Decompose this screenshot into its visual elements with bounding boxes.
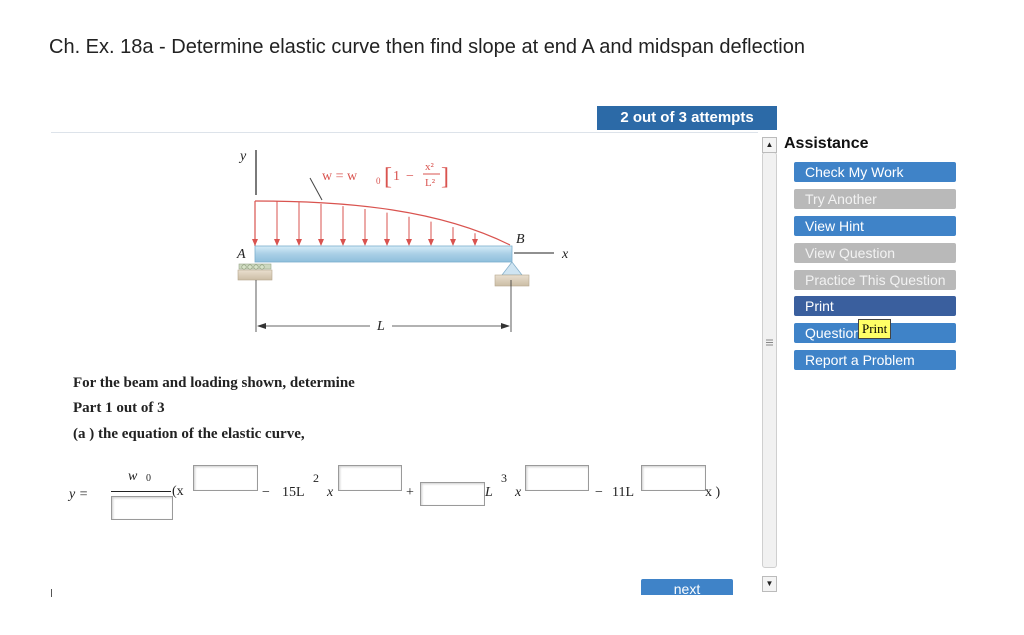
load-arrows [252, 201, 478, 246]
load-equation-one: 1 [393, 169, 400, 184]
load-bracket-open: [ [384, 164, 392, 190]
load-label-pointer [309, 177, 323, 201]
point-a-label: A [236, 247, 246, 262]
load-equation-minus: − [406, 169, 414, 184]
load-arrow-head [450, 239, 456, 246]
answer-l-term: L [485, 485, 493, 500]
view-hint-button[interactable]: View Hint [794, 216, 956, 236]
answer-x-term-1: x [327, 485, 334, 500]
dimension-arrow-right [501, 323, 510, 329]
attempts-counter: 2 out of 3 attempts [597, 106, 777, 130]
load-arrow-head [406, 239, 412, 246]
try-another-button[interactable]: Try Another [794, 189, 956, 209]
load-equation-lhs: w = w [322, 169, 358, 184]
triangle-down-icon: ▼ [765, 579, 774, 588]
panel-edge-mark [51, 589, 52, 597]
answer-minus-1: − [262, 485, 270, 500]
answer-denominator-input[interactable] [111, 496, 173, 520]
answer-exponent-2: 2 [313, 471, 319, 485]
answer-exponent-3: 3 [501, 471, 507, 485]
roller-support-a [237, 263, 273, 281]
problem-question: (a ) the equation of the elastic curve, [73, 426, 305, 442]
problem-part: Part 1 out of 3 [73, 400, 165, 416]
dimension-arrow-left [257, 323, 266, 329]
next-button[interactable]: next [641, 579, 733, 595]
answer-w-label: w [128, 469, 138, 484]
load-arrow-head [428, 239, 434, 246]
scroll-up-button[interactable]: ▲ [762, 137, 777, 153]
load-arrow-head [362, 239, 368, 246]
load-equation-sub: 0 [376, 176, 381, 186]
answer-input-2[interactable] [338, 465, 402, 491]
pin-support-b [494, 261, 530, 287]
answer-x-term-2: x [515, 485, 522, 500]
answer-input-4[interactable] [525, 465, 589, 491]
triangle-up-icon: ▲ [765, 140, 774, 149]
beam [254, 245, 513, 263]
practice-this-question-button[interactable]: Practice This Question [794, 270, 956, 290]
point-b-label: B [516, 232, 525, 247]
load-arrow-head [252, 239, 258, 246]
answer-minus-2: − [595, 485, 603, 500]
print-tooltip: Print [858, 319, 892, 339]
scroll-down-button[interactable]: ▼ [762, 576, 777, 592]
answer-coef-11l: 11L [612, 485, 635, 500]
answer-input-5[interactable] [641, 465, 706, 491]
load-arrow-head [340, 239, 346, 246]
load-curve [254, 200, 511, 246]
answer-coef-15l: 15L [282, 485, 305, 500]
page-title: Ch. Ex. 18a - Determine elastic curve th… [49, 36, 805, 58]
answer-fraction-bar [111, 491, 171, 492]
load-arrow-head [472, 239, 478, 246]
print-button[interactable]: Print [794, 296, 956, 316]
load-fraction-den: L² [425, 177, 436, 189]
answer-plus: + [406, 485, 414, 500]
load-arrow-head [384, 239, 390, 246]
report-a-problem-button[interactable]: Report a Problem [794, 350, 956, 370]
load-arrow-head [296, 239, 302, 246]
check-my-work-button[interactable]: Check My Work [794, 162, 956, 182]
answer-close: x ) [705, 485, 721, 500]
y-axis-label: y [238, 149, 247, 164]
assistance-title: Assistance [784, 135, 869, 152]
answer-input-3[interactable] [420, 482, 485, 506]
load-arrow-head [274, 239, 280, 246]
view-question-button[interactable]: View Question [794, 243, 956, 263]
answer-w-subscript: 0 [146, 473, 151, 484]
answer-open-paren: (x [172, 484, 184, 499]
scrollbar-track[interactable] [762, 152, 777, 568]
span-label: L [376, 319, 385, 334]
problem-intro: For the beam and loading shown, determin… [73, 375, 355, 391]
load-fraction-num: x² [425, 161, 435, 173]
load-bracket-close: ] [441, 164, 449, 190]
grip-icon[interactable] [766, 339, 773, 346]
answer-input-1[interactable] [193, 465, 258, 491]
beam-figure: y x A B L w = w 0 [ 1 − x² L² ] [236, 149, 569, 334]
answer-y-label: y = [69, 487, 89, 502]
x-axis-label: x [561, 247, 569, 262]
load-arrow-head [318, 239, 324, 246]
